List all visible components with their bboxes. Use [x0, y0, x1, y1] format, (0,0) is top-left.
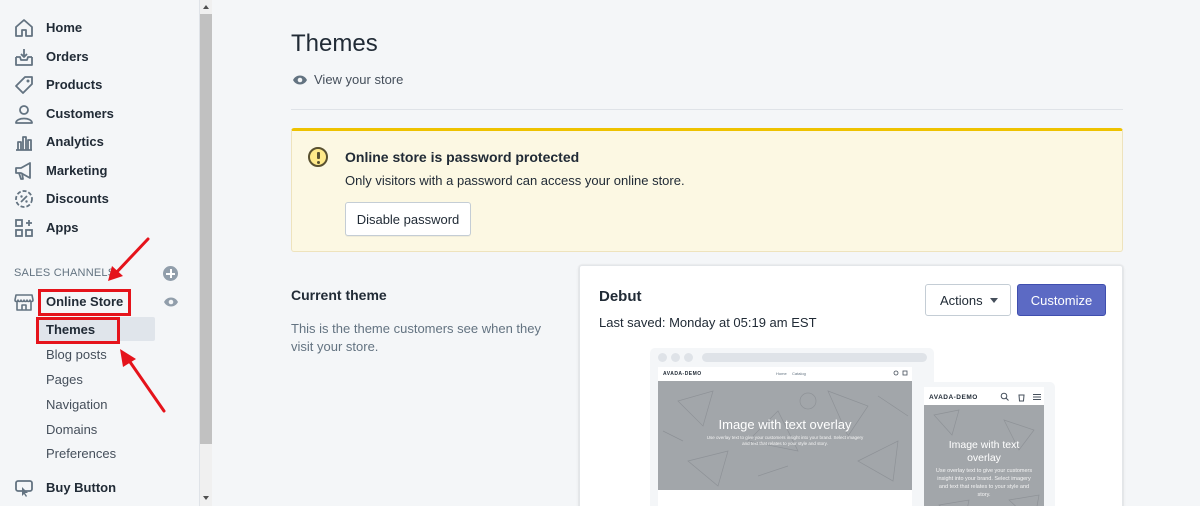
disable-password-button[interactable]: Disable password — [345, 202, 471, 236]
eye-icon[interactable] — [163, 296, 179, 308]
desktop-screen: AVADA-DEMO Home Catalog Image with text … — [658, 367, 912, 506]
orders-icon — [15, 49, 33, 66]
banner-text: Only visitors with a password can access… — [345, 173, 685, 188]
sidebar-item-label: Home — [46, 20, 83, 35]
warning-icon — [308, 147, 328, 167]
sidebar-subitem-domains[interactable]: Domains — [46, 422, 97, 437]
preview-nav-link: Catalog — [792, 371, 806, 376]
sidebar-item-home[interactable]: Home — [0, 14, 200, 42]
actions-label: Actions — [940, 292, 983, 308]
theme-name: Debut — [599, 288, 642, 305]
preview-nav-link: Home — [776, 371, 787, 376]
sidebar-item-orders[interactable]: Orders — [0, 43, 200, 71]
sidebar-item-products[interactable]: Products — [0, 71, 200, 99]
sidebar-item-discounts[interactable]: Discounts — [0, 185, 200, 213]
sidebar-item-label: Marketing — [46, 163, 108, 178]
password-banner: Online store is password protected Only … — [291, 128, 1123, 252]
desktop-preview: AVADA-DEMO Home Catalog Image with text … — [650, 348, 934, 506]
view-store-label: View your store — [314, 72, 404, 87]
mobile-preview: AVADA-DEMO Image with text overlay Use o… — [919, 382, 1055, 506]
current-theme-heading: Current theme — [291, 287, 387, 303]
current-theme-description: This is the theme customers see when the… — [291, 321, 542, 354]
sidebar-item-label: Discounts — [46, 191, 109, 206]
window-dot — [684, 353, 693, 362]
annotation-box-online-store — [38, 289, 131, 316]
megaphone-icon — [15, 162, 31, 180]
sidebar-subitem-blog-posts[interactable]: Blog posts — [46, 347, 107, 362]
desktop-hero-subtext: Use overlay text to give your customers … — [706, 435, 864, 446]
sidebar-item-buy-button[interactable]: Buy Button — [0, 474, 200, 502]
sidebar-item-marketing[interactable]: Marketing — [0, 157, 200, 185]
buy-button-icon — [15, 480, 33, 497]
preview-brand: AVADA-DEMO — [929, 394, 978, 401]
mobile-hero-title: Image with text overlay — [948, 439, 1020, 464]
actions-button[interactable]: Actions — [925, 284, 1011, 316]
desktop-hero-title: Image with text overlay — [718, 417, 852, 432]
divider — [291, 109, 1123, 110]
window-dot — [658, 353, 667, 362]
scroll-down-arrow-icon[interactable] — [203, 496, 209, 500]
last-saved-text: Last saved: Monday at 05:19 am EST — [599, 315, 817, 330]
discount-icon — [15, 190, 33, 208]
window-dot — [671, 353, 680, 362]
sidebar-subitem-preferences[interactable]: Preferences — [46, 446, 116, 461]
sidebar-item-label: Customers — [46, 106, 114, 121]
add-channel-icon[interactable] — [163, 266, 178, 281]
home-icon — [15, 19, 33, 37]
sidebar-scroll-thumb[interactable] — [200, 14, 212, 444]
sidebar-item-label: Products — [46, 77, 103, 92]
sidebar-item-analytics[interactable]: Analytics — [0, 128, 200, 156]
caret-down-icon — [990, 298, 998, 303]
view-store-link[interactable]: View your store — [292, 72, 403, 87]
annotation-arrow-down — [108, 237, 150, 281]
sidebar-item-label: Buy Button — [46, 480, 117, 495]
eye-icon — [293, 75, 307, 84]
url-bar — [702, 353, 927, 362]
sidebar-subitem-navigation[interactable]: Navigation — [46, 397, 107, 412]
sidebar-subitem-pages[interactable]: Pages — [46, 372, 83, 387]
bar-chart-icon — [16, 136, 32, 151]
page-title: Themes — [291, 30, 378, 57]
apps-icon — [15, 219, 33, 237]
mobile-hero-subtext: Use overlay text to give your customers … — [935, 468, 1033, 498]
sidebar-item-customers[interactable]: Customers — [0, 100, 200, 128]
mobile-screen: AVADA-DEMO Image with text overlay Use o… — [924, 387, 1044, 506]
banner-title: Online store is password protected — [345, 149, 580, 165]
sidebar-item-label: Orders — [46, 49, 89, 64]
person-icon — [15, 105, 33, 124]
theme-card: Debut Last saved: Monday at 05:19 am EST… — [579, 265, 1123, 506]
sidebar-item-label: Analytics — [46, 134, 104, 149]
store-icon — [14, 294, 34, 311]
annotation-arrow-up — [120, 349, 166, 413]
customize-button[interactable]: Customize — [1017, 284, 1106, 316]
preview-brand: AVADA-DEMO — [663, 371, 702, 377]
desktop-hero: Image with text overlay Use overlay text… — [658, 381, 912, 490]
annotation-box-themes — [36, 317, 120, 344]
preview-header-icons — [1000, 392, 1041, 402]
scroll-up-arrow-icon[interactable] — [203, 5, 209, 9]
preview-header-icons — [893, 370, 908, 376]
mobile-hero: Image with text overlay Use overlay text… — [924, 405, 1044, 506]
sidebar-item-label: Apps — [46, 220, 79, 235]
tag-icon — [15, 76, 33, 94]
